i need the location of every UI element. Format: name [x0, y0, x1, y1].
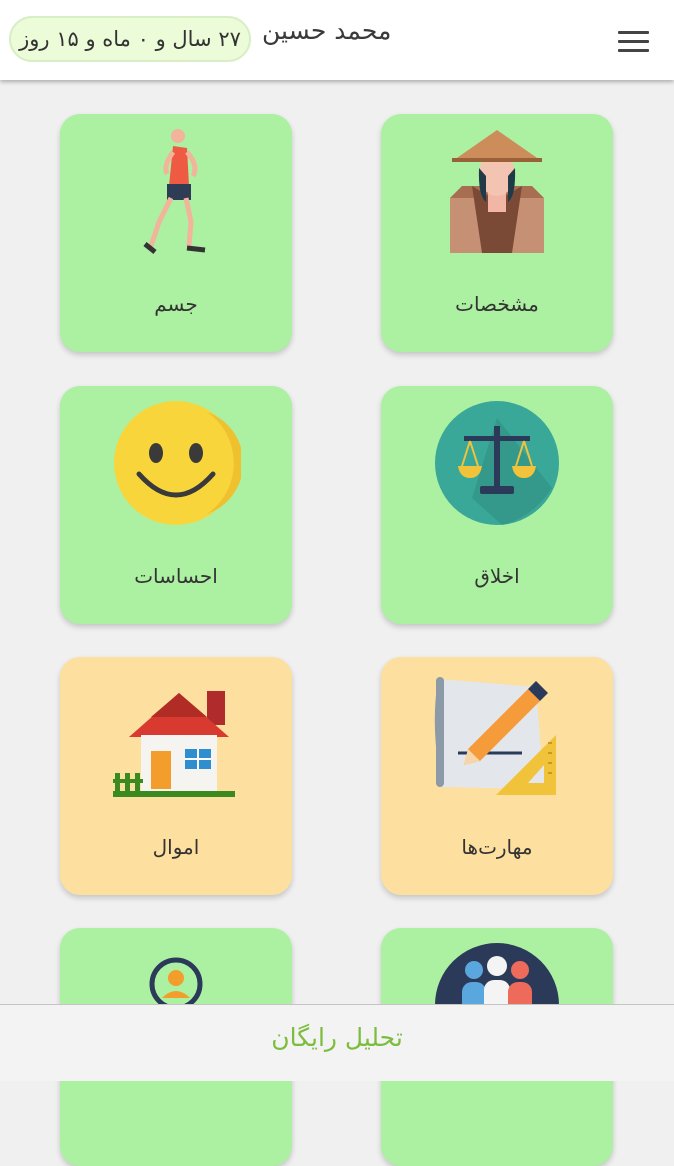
drafting-pencil-ruler-icon	[434, 677, 556, 795]
tile-label: مشخصات	[455, 292, 539, 316]
hamburger-menu-icon[interactable]	[608, 22, 658, 60]
tile-body[interactable]: جسم	[60, 114, 292, 352]
scales-of-justice-icon	[435, 401, 559, 525]
free-analysis-button[interactable]: تحلیل رایگان	[271, 1023, 403, 1052]
tile-label: مهارت‌ها	[461, 835, 533, 859]
tile-ethics[interactable]: اخلاق	[381, 386, 613, 624]
tile-profile[interactable]: مشخصات	[381, 114, 613, 352]
house-icon	[113, 691, 235, 797]
tile-label: اخلاق	[474, 564, 520, 588]
tile-assets[interactable]: اموال	[60, 657, 292, 895]
tile-label: احساسات	[134, 564, 218, 588]
tile-label: اموال	[152, 835, 200, 859]
bottom-bar: تحلیل رایگان	[0, 1004, 674, 1081]
age-badge: ۲۷ سال و ۰ ماه و ۱۵ روز	[9, 16, 251, 62]
tile-skills[interactable]: مهارت‌ها	[381, 657, 613, 895]
person-with-hat-icon	[450, 130, 544, 253]
running-man-icon	[143, 129, 206, 254]
user-name: محمد حسین	[262, 16, 392, 45]
tile-label: جسم	[154, 292, 198, 316]
tile-feelings[interactable]: احساسات	[60, 386, 292, 624]
app-header: محمد حسین ۲۷ سال و ۰ ماه و ۱۵ روز	[0, 0, 674, 80]
smiley-face-icon	[114, 401, 241, 525]
